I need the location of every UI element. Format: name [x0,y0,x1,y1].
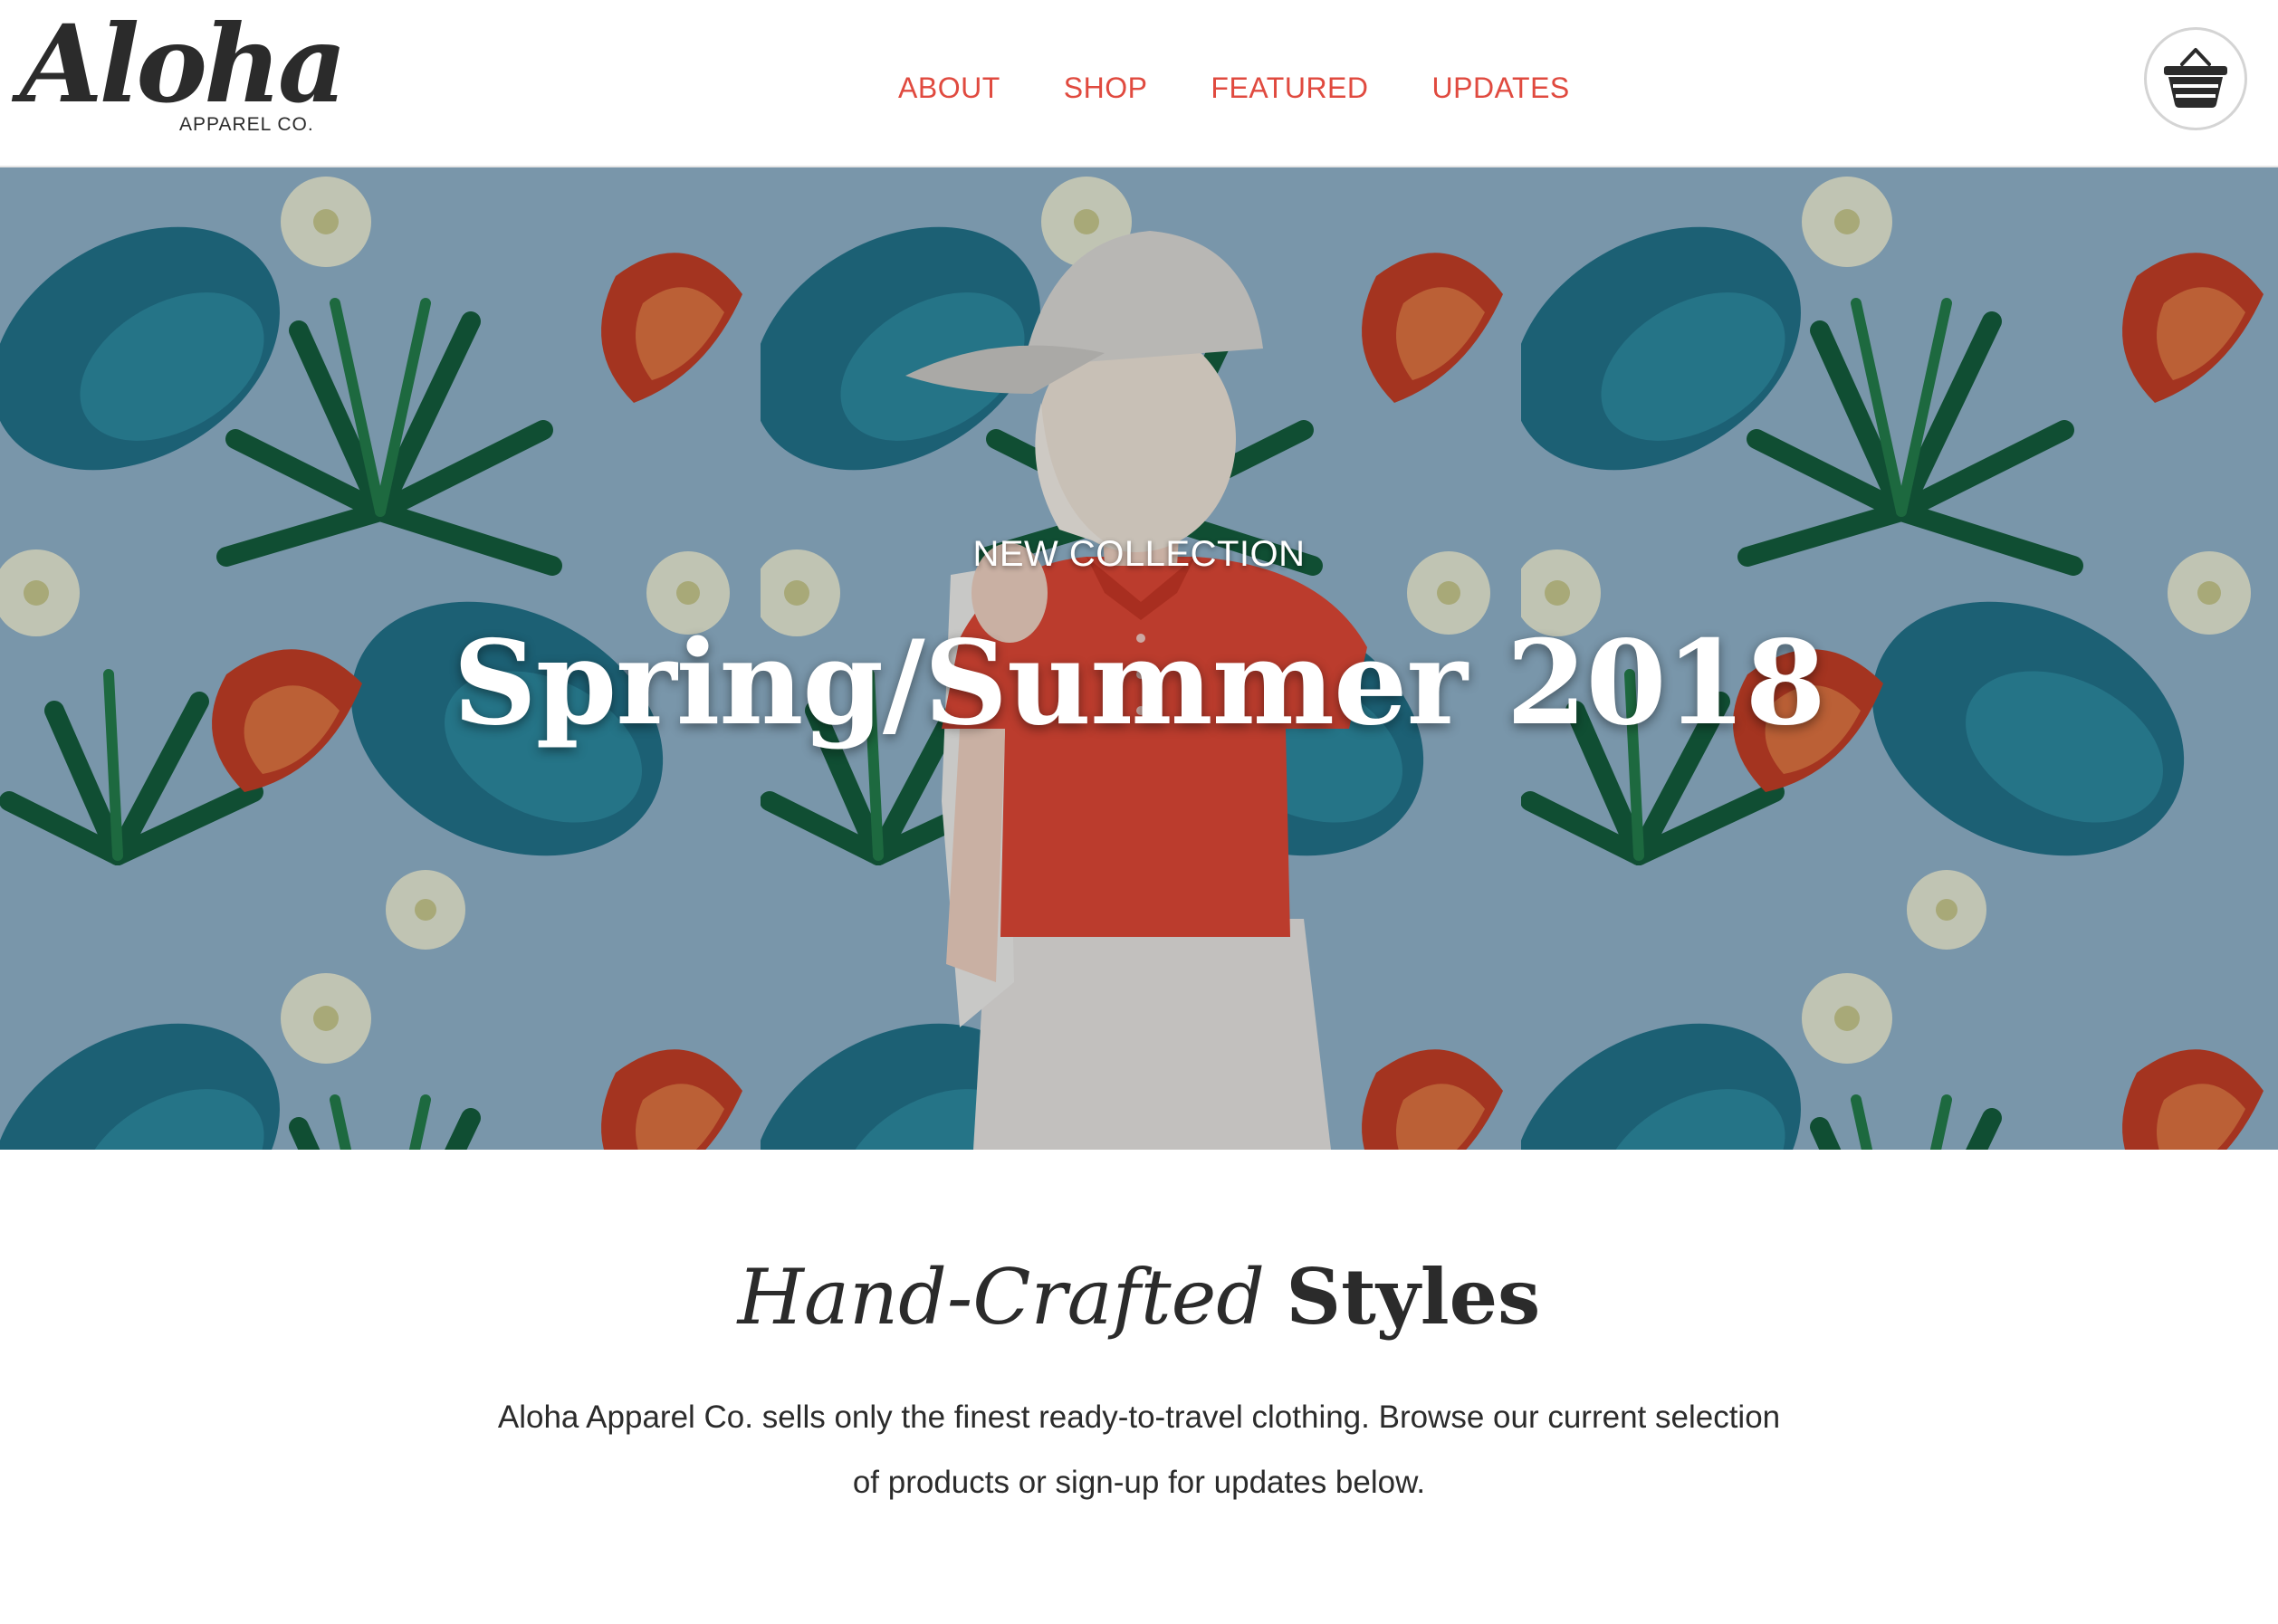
intro-text: Aloha Apparel Co. sells only the finest … [497,1400,1781,1500]
nav-updates-link[interactable]: UPDATES [1432,72,1570,105]
intro-title: Hand-Crafted Styles [0,1252,2278,1342]
site-header: Aloha APPAREL CO. ABOUT SHOP FEATURED UP… [0,0,2278,167]
hero-banner: NEW COLLECTION Spring/Summer 2018 [0,167,2278,1150]
hero-title: Spring/Summer 2018 [453,616,1825,751]
cart-button[interactable] [2144,27,2247,130]
nav-shop-link[interactable]: SHOP [1064,72,1148,105]
nav-featured-link[interactable]: FEATURED [1211,72,1368,105]
logo-subtitle: APPAREL CO. [179,114,314,135]
basket-icon [2164,48,2227,108]
logo-wordmark: Aloha [20,1,347,127]
brand-logo[interactable]: Aloha APPAREL CO. [20,1,347,148]
intro-title-italic: Hand-Crafted [737,1253,1266,1342]
main-nav: ABOUT SHOP FEATURED UPDATES [898,65,1570,110]
nav-about-link[interactable]: ABOUT [898,72,1000,105]
hero-kicker: NEW COLLECTION [972,534,1306,574]
intro-title-bold: Styles [1286,1252,1541,1342]
